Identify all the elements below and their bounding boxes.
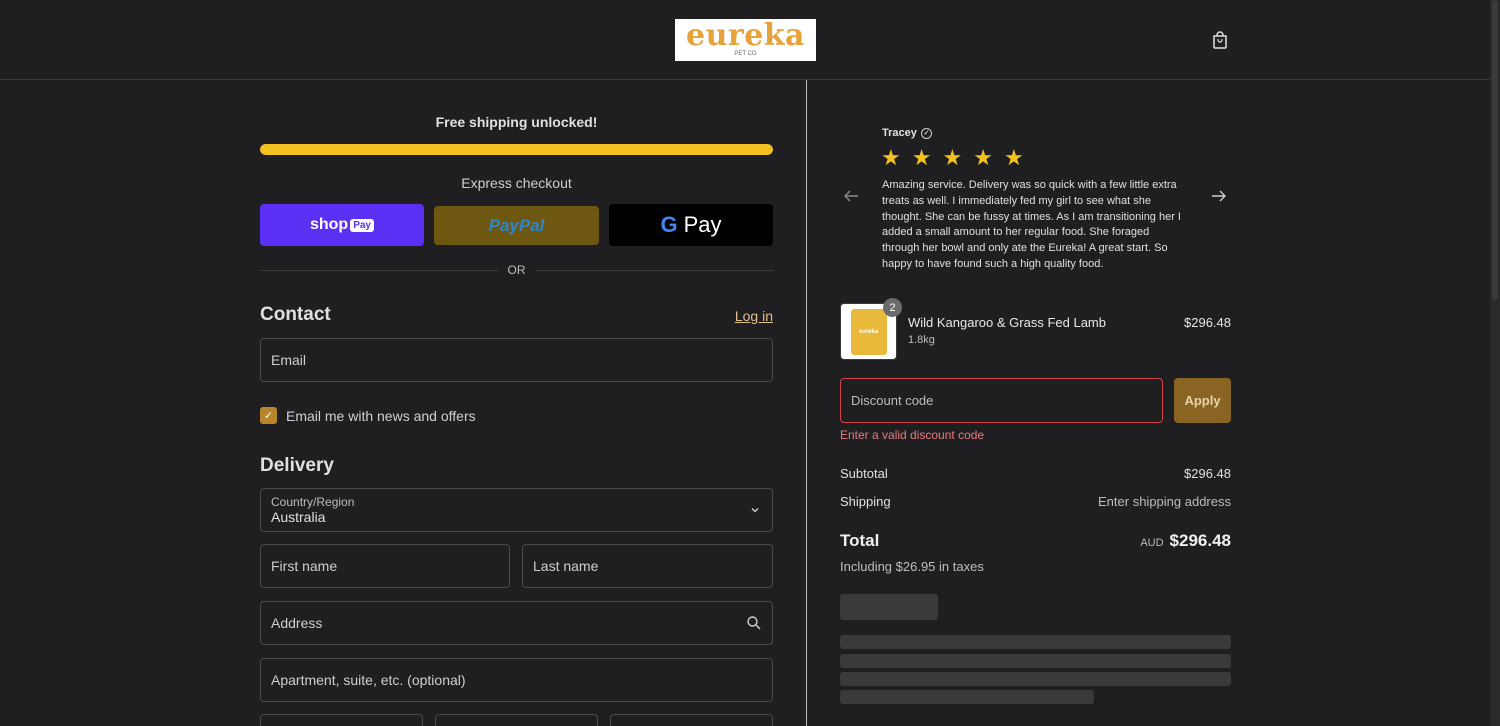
or-text: OR: [507, 263, 526, 277]
total-value: $296.48: [1169, 531, 1231, 550]
apartment-field[interactable]: Apartment, suite, etc. (optional): [260, 658, 773, 702]
city-field[interactable]: [260, 714, 423, 726]
loading-placeholder-title: [840, 594, 938, 620]
google-pay-button[interactable]: G Pay: [609, 204, 773, 246]
star-icon: ★: [1003, 145, 1024, 170]
login-link[interactable]: Log in: [735, 308, 773, 324]
shop-pay-button[interactable]: shop Pay: [260, 204, 424, 246]
subtotal-label: Subtotal: [840, 466, 888, 481]
product-bag-thumbnail: eureka: [850, 308, 887, 355]
or-line-left: [260, 269, 498, 271]
discount-code-input[interactable]: Discount code: [840, 378, 1163, 423]
star-icon: ★: [942, 145, 963, 170]
newsletter-label: Email me with news and offers: [286, 407, 476, 424]
product-variant: 1.8kg: [908, 334, 935, 346]
email-placeholder: Email: [271, 352, 307, 368]
newsletter-option[interactable]: ✓ Email me with news and offers: [260, 407, 476, 424]
address-field[interactable]: Address: [260, 601, 773, 645]
verified-check-icon: ✓: [920, 127, 932, 139]
country-value: Australia: [271, 509, 326, 525]
eureka-logo[interactable]: eureka PET CO: [675, 19, 816, 61]
country-select[interactable]: Country/Region Australia: [260, 488, 773, 532]
shopping-bag-icon[interactable]: [1210, 30, 1230, 50]
loading-placeholder-line: [840, 635, 1231, 649]
or-divider: OR: [260, 263, 773, 277]
shipping-progress-fill: [260, 144, 773, 155]
free-shipping-message: Free shipping unlocked!: [435, 114, 598, 130]
total-row: Total AUD $296.48: [840, 531, 1231, 551]
apartment-placeholder: Apartment, suite, etc. (optional): [271, 672, 466, 688]
currency-code: AUD: [1140, 537, 1164, 549]
google-g-icon: G: [660, 212, 678, 237]
arrow-right-icon[interactable]: [1211, 188, 1227, 208]
review-text: Amazing service. Delivery was so quick w…: [882, 179, 1181, 270]
shipping-progress-bar: [260, 144, 773, 155]
express-checkout-title: Express checkout: [461, 175, 572, 191]
shipping-label: Shipping: [840, 494, 891, 509]
shop-pay-tag: Pay: [350, 218, 374, 232]
first-name-field[interactable]: First name: [260, 544, 510, 588]
paypal-label: PayPal: [488, 215, 545, 235]
column-divider: [806, 80, 807, 726]
page-scrollbar[interactable]: [1490, 0, 1500, 726]
site-header: eureka PET CO: [0, 0, 1490, 80]
address-placeholder: Address: [271, 615, 323, 631]
reviewer-name: Tracey ✓: [882, 127, 932, 139]
discount-placeholder: Discount code: [851, 393, 934, 408]
product-name: Wild Kangaroo & Grass Fed Lamb: [908, 315, 1106, 330]
country-label: Country/Region: [271, 495, 355, 509]
shop-pay-label: shop: [309, 216, 349, 233]
postcode-field[interactable]: [610, 714, 773, 726]
loading-placeholder-line: [840, 690, 1094, 704]
shipping-value: Enter shipping address: [1098, 494, 1231, 509]
quantity-badge: 2: [883, 298, 902, 317]
loading-placeholder-line: [840, 654, 1231, 668]
review-stars: ★ ★ ★ ★ ★: [881, 147, 1024, 169]
logo-wordmark: eureka: [685, 18, 805, 53]
apply-discount-button[interactable]: Apply: [1174, 378, 1231, 423]
newsletter-checkbox[interactable]: ✓: [260, 407, 277, 424]
arrow-left-icon[interactable]: [843, 188, 859, 208]
or-line-right: [535, 269, 773, 271]
first-name-placeholder: First name: [271, 558, 338, 574]
subtotal-row: Subtotal $296.48: [840, 466, 1231, 481]
paypal-button[interactable]: PayPal: [434, 206, 599, 245]
loading-placeholder-line: [840, 672, 1231, 686]
last-name-placeholder: Last name: [533, 558, 599, 574]
star-icon: ★: [973, 145, 993, 170]
total-amount: AUD $296.48: [1140, 531, 1231, 551]
scrollbar-thumb[interactable]: [1492, 0, 1498, 300]
state-field[interactable]: [435, 714, 598, 726]
star-icon: ★: [911, 145, 932, 170]
google-pay-label: Pay: [683, 212, 722, 237]
total-label: Total: [840, 531, 880, 550]
chevron-down-icon: [750, 505, 760, 518]
shipping-row: Shipping Enter shipping address: [840, 494, 1231, 509]
search-icon[interactable]: [746, 615, 762, 634]
contact-heading: Contact: [260, 304, 331, 325]
last-name-field[interactable]: Last name: [522, 544, 773, 588]
reviewer-name-text: Tracey: [882, 127, 917, 139]
delivery-heading: Delivery: [260, 455, 334, 476]
email-field[interactable]: Email: [260, 338, 773, 382]
star-icon: ★: [881, 145, 901, 170]
discount-error: Enter a valid discount code: [840, 428, 985, 442]
product-price: $296.48: [1184, 315, 1231, 330]
taxes-note: Including $26.95 in taxes: [840, 559, 984, 574]
subtotal-value: $296.48: [1184, 466, 1231, 481]
